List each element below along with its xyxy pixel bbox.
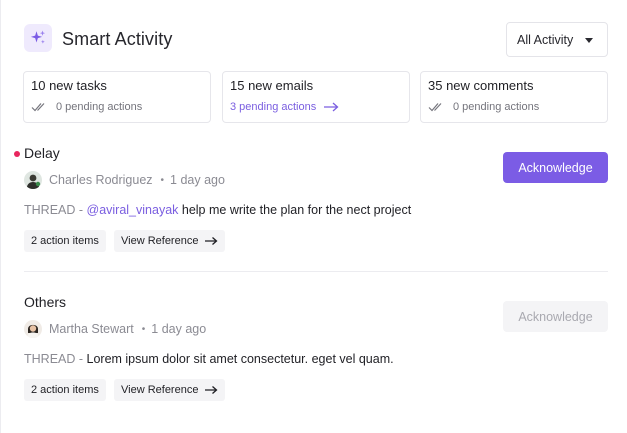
arrow-right-icon [324, 102, 339, 112]
page-title: Smart Activity [62, 29, 173, 49]
thread-tag: THREAD - [24, 203, 87, 217]
activity-filter-label: All Activity [517, 32, 574, 47]
avatar [24, 320, 42, 338]
caret-down-icon [585, 38, 593, 43]
activity-meta: Martha Stewart • 1 day ago [24, 320, 206, 338]
pending-actions-link[interactable]: 3 pending actions [230, 101, 402, 113]
stat-card-tasks: 10 new tasks 0 pending actions [23, 71, 211, 123]
double-check-icon [428, 103, 442, 112]
view-reference-label: View Reference [121, 235, 199, 247]
view-reference-chip[interactable]: View Reference [114, 230, 226, 252]
view-reference-chip[interactable]: View Reference [114, 379, 226, 401]
double-check-icon [31, 103, 45, 112]
stat-count: 10 new tasks [31, 78, 107, 93]
action-items-chip[interactable]: 2 action items [24, 230, 106, 252]
author-name[interactable]: Charles Rodriguez [49, 173, 153, 187]
arrow-right-icon [205, 237, 218, 245]
timestamp: 1 day ago [151, 322, 207, 336]
divider [24, 271, 608, 272]
stat-count: 15 new emails [230, 78, 314, 93]
stat-pending-label: 0 pending actions [56, 101, 143, 113]
arrow-right-icon [205, 386, 218, 394]
view-reference-label: View Reference [121, 384, 199, 396]
separator-dot: • [160, 174, 165, 186]
timestamp: 1 day ago [170, 173, 225, 187]
thread-tag: THREAD - [24, 352, 87, 366]
activity-filter-dropdown[interactable]: All Activity [506, 22, 608, 57]
thread-text: help me write the plan for the nect proj… [178, 203, 412, 217]
activity-meta: Charles Rodriguez • 1 day ago [24, 171, 225, 189]
stat-card-emails: 15 new emails 3 pending actions [222, 71, 410, 123]
mention-link[interactable]: @aviral_vinayak [87, 203, 179, 217]
avatar [24, 171, 42, 189]
stat-pending: 0 pending actions [31, 101, 203, 113]
stat-card-comments: 35 new comments 0 pending actions [420, 71, 608, 123]
smart-activity-panel: Smart Activity All Activity 10 new tasks… [0, 0, 627, 433]
separator-dot: • [141, 323, 146, 335]
stat-pending: 0 pending actions [428, 101, 600, 113]
group-title-others: Others [24, 294, 67, 310]
author-name[interactable]: Martha Stewart [49, 322, 134, 336]
sparkles-icon [24, 24, 52, 52]
stat-count: 35 new comments [428, 78, 534, 93]
stat-pending-label: 0 pending actions [453, 101, 540, 113]
group-title-delay: Delay [24, 145, 60, 161]
acknowledge-button[interactable]: Acknowledge [503, 152, 608, 183]
unread-dot [14, 151, 20, 157]
thread-message: THREAD - @aviral_vinayak help me write t… [24, 203, 411, 217]
thread-message: THREAD - Lorem ipsum dolor sit amet cons… [24, 352, 394, 366]
action-items-label: 2 action items [31, 384, 99, 396]
action-items-label: 2 action items [31, 235, 99, 247]
action-items-chip[interactable]: 2 action items [24, 379, 106, 401]
acknowledge-button-disabled[interactable]: Acknowledge [503, 301, 608, 332]
thread-text: Lorem ipsum dolor sit amet consectetur. … [86, 352, 394, 366]
stat-pending-label: 3 pending actions [230, 101, 317, 113]
